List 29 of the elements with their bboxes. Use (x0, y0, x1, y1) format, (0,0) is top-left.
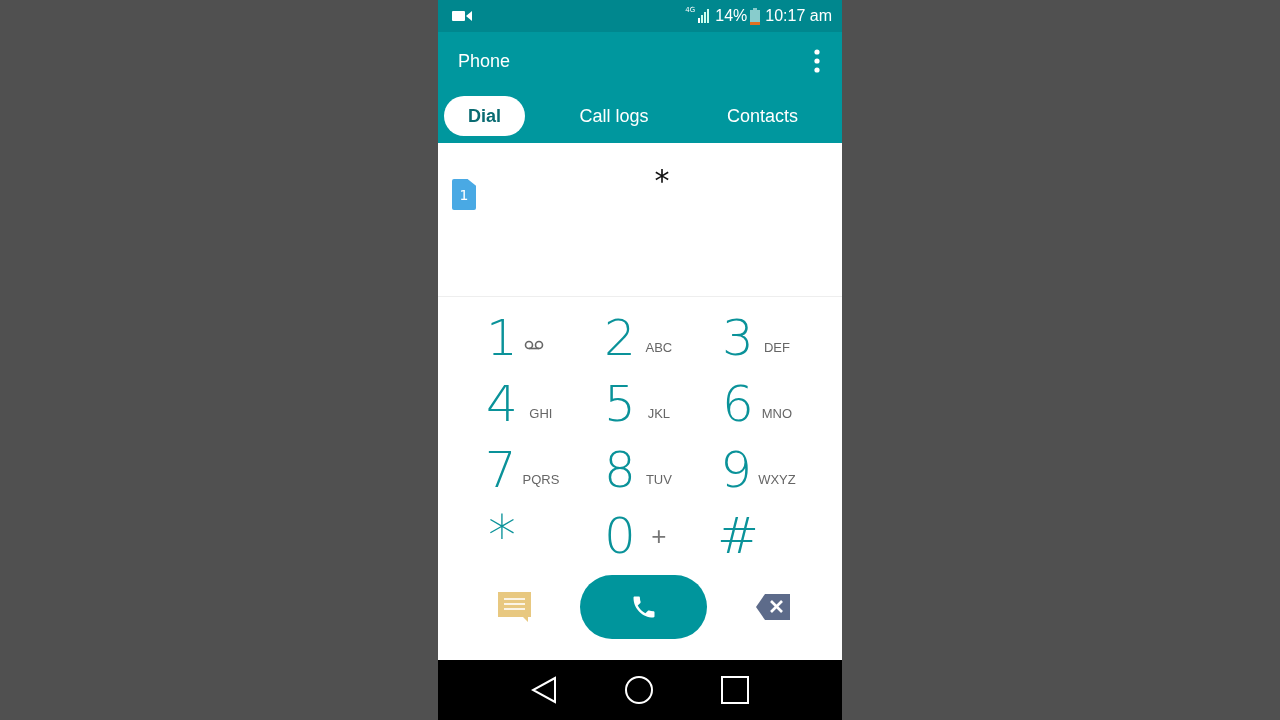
dial-key[interactable]: 3 DEF (699, 305, 817, 371)
dial-key[interactable]: 6 MNO (699, 371, 817, 437)
dial-key[interactable]: # (699, 503, 817, 569)
app-title: Phone (458, 50, 511, 72)
dial-key[interactable]: 7 PQRS (463, 437, 581, 503)
backspace-icon[interactable] (755, 594, 790, 620)
sim-card-icon: 1 (452, 179, 476, 210)
home-icon[interactable] (624, 675, 654, 705)
recents-icon[interactable] (720, 676, 749, 704)
dial-key[interactable]: 9 WXYZ (699, 437, 817, 503)
battery-percent: 14% (715, 7, 748, 25)
dial-key[interactable]: 4 GHI (463, 371, 581, 437)
dial-key[interactable]: 8 TUV (581, 437, 699, 503)
dial-key[interactable]: 2 ABC (581, 305, 699, 371)
video-camera-icon (452, 10, 472, 22)
tab[interactable]: Dial (444, 96, 525, 136)
more-options-icon[interactable] (814, 49, 820, 73)
battery-icon (750, 7, 761, 25)
dial-key[interactable]: 1 (463, 305, 581, 371)
tab[interactable]: Contacts (702, 96, 822, 136)
dial-key[interactable]: 0 + (581, 503, 699, 569)
dial-key[interactable]: 5 JKL (581, 371, 699, 437)
tab[interactable]: Call logs (555, 96, 673, 136)
back-icon[interactable] (531, 676, 558, 704)
dial-key[interactable]: * (463, 503, 581, 569)
voicemail-icon (523, 340, 544, 350)
dialed-number: * (654, 163, 670, 199)
signal-icon (698, 9, 711, 23)
clock: 10:17 am (765, 7, 832, 25)
